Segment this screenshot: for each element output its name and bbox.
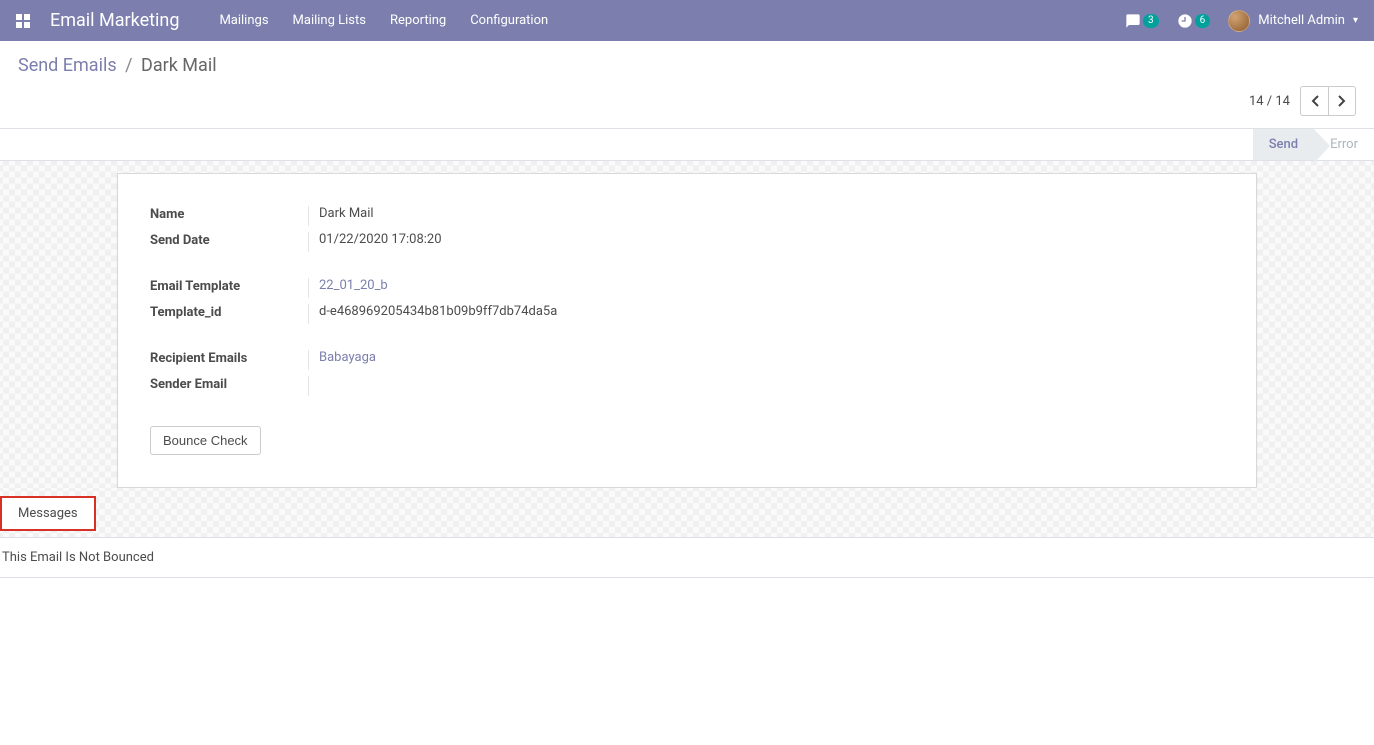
bounce-check-button[interactable]: Bounce Check — [150, 426, 261, 455]
avatar — [1228, 10, 1250, 32]
recipient-label: Recipient Emails — [150, 350, 308, 366]
user-menu[interactable]: Mitchell Admin ▾ — [1228, 10, 1358, 32]
field-row-sender: Sender Email — [150, 376, 1224, 396]
status-send[interactable]: Send — [1253, 129, 1314, 160]
button-row: Bounce Check — [150, 426, 1224, 455]
status-bar: Send Error — [0, 128, 1374, 161]
messages-tab[interactable]: Messages — [0, 496, 96, 531]
email-template-label: Email Template — [150, 278, 308, 294]
pager-row: 14 / 14 — [0, 82, 1374, 128]
nav-mailings[interactable]: Mailings — [219, 13, 268, 28]
messages-content: This Email Is Not Bounced — [0, 537, 1374, 578]
pager-buttons — [1300, 86, 1356, 116]
pager-next-button[interactable] — [1328, 86, 1356, 116]
control-panel: Send Emails / Dark Mail — [0, 41, 1374, 82]
field-row-email-template: Email Template 22_01_20_b — [150, 278, 1224, 298]
name-value: Dark Mail — [308, 206, 374, 226]
pager-text: 14 / 14 — [1249, 94, 1290, 109]
nav-reporting[interactable]: Reporting — [390, 13, 446, 28]
field-row-template-id: Template_id d-e468969205434b81b09b9ff7db… — [150, 304, 1224, 324]
form-sheet: Name Dark Mail Send Date 01/22/2020 17:0… — [117, 173, 1257, 488]
field-row-name: Name Dark Mail — [150, 206, 1224, 226]
caret-down-icon: ▾ — [1353, 15, 1358, 26]
breadcrumb-separator: / — [125, 55, 132, 76]
field-group-basic: Name Dark Mail Send Date 01/22/2020 17:0… — [150, 206, 1224, 252]
name-label: Name — [150, 206, 308, 222]
activity-badge: 6 — [1195, 14, 1211, 28]
field-group-template: Email Template 22_01_20_b Template_id d-… — [150, 278, 1224, 324]
breadcrumb-parent[interactable]: Send Emails — [18, 55, 117, 76]
form-area: Name Dark Mail Send Date 01/22/2020 17:0… — [0, 161, 1374, 578]
topbar: Email Marketing Mailings Mailing Lists R… — [0, 0, 1374, 41]
messages-section: Messages This Email Is Not Bounced — [0, 488, 1374, 578]
activity-button[interactable]: 6 — [1177, 13, 1211, 29]
field-row-send-date: Send Date 01/22/2020 17:08:20 — [150, 232, 1224, 252]
topbar-right: 3 6 Mitchell Admin ▾ — [1125, 10, 1358, 32]
chevron-right-icon — [1338, 95, 1346, 107]
sender-value — [308, 376, 319, 396]
email-template-value[interactable]: 22_01_20_b — [308, 278, 388, 298]
send-date-value: 01/22/2020 17:08:20 — [308, 232, 442, 252]
pager-prev-button[interactable] — [1300, 86, 1328, 116]
discuss-badge: 3 — [1143, 14, 1159, 28]
send-date-label: Send Date — [150, 232, 308, 248]
field-row-recipient: Recipient Emails Babayaga — [150, 350, 1224, 370]
chat-icon — [1125, 13, 1141, 29]
chevron-left-icon — [1311, 95, 1319, 107]
recipient-value[interactable]: Babayaga — [308, 350, 376, 370]
sender-label: Sender Email — [150, 376, 308, 392]
apps-icon[interactable] — [16, 14, 30, 28]
user-name: Mitchell Admin — [1258, 13, 1345, 28]
discuss-button[interactable]: 3 — [1125, 13, 1159, 29]
top-nav: Mailings Mailing Lists Reporting Configu… — [219, 13, 548, 28]
field-group-emails: Recipient Emails Babayaga Sender Email — [150, 350, 1224, 396]
nav-configuration[interactable]: Configuration — [470, 13, 548, 28]
breadcrumb: Send Emails / Dark Mail — [18, 55, 217, 76]
template-id-value: d-e468969205434b81b09b9ff7db74da5a — [308, 304, 557, 324]
breadcrumb-current: Dark Mail — [141, 55, 217, 76]
clock-icon — [1177, 13, 1193, 29]
nav-mailing-lists[interactable]: Mailing Lists — [293, 13, 366, 28]
template-id-label: Template_id — [150, 304, 308, 320]
app-title: Email Marketing — [50, 10, 179, 31]
